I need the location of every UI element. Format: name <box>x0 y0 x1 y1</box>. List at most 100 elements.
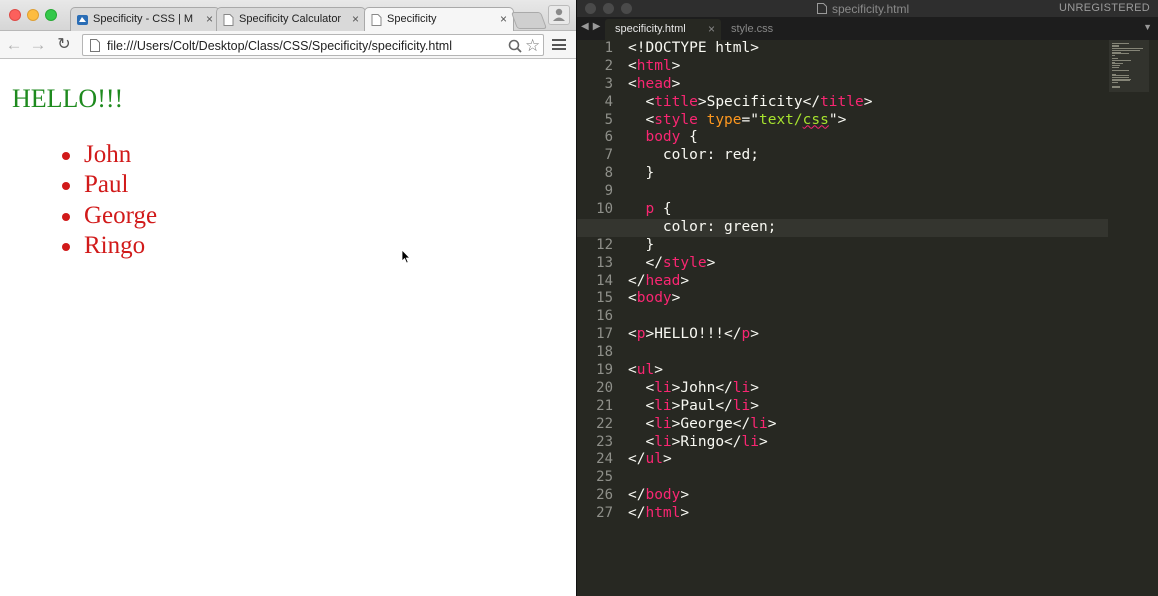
line-number: 14 <box>596 272 613 289</box>
code-token: p <box>645 201 655 218</box>
line-number: 22 <box>596 415 613 432</box>
code-line[interactable]: ​ <box>628 308 1108 326</box>
reload-icon[interactable]: ↻ <box>54 35 74 55</box>
editor-tab-style-css[interactable]: style.css <box>721 19 811 40</box>
browser-tab-specificity[interactable]: Specificity × <box>364 7 514 32</box>
tab-close-icon[interactable]: × <box>352 12 359 26</box>
code-token: "> <box>828 111 847 128</box>
code-line[interactable]: </body> <box>628 487 1108 505</box>
code-line[interactable]: <li>George</li> <box>628 416 1108 434</box>
code-token: } <box>628 165 655 182</box>
editor-tab-label: style.css <box>731 23 774 35</box>
code-token: > <box>654 362 663 379</box>
code-token: li <box>654 415 672 432</box>
line-number: 13 <box>596 254 613 271</box>
code-line[interactable]: <!DOCTYPE html> <box>628 40 1108 58</box>
forward-arrow-icon[interactable]: → <box>28 35 48 55</box>
line-number: 1 <box>604 40 613 56</box>
page-icon <box>371 14 382 26</box>
new-tab-button[interactable] <box>510 12 548 29</box>
code-line[interactable]: body { <box>628 129 1108 147</box>
window-close-button[interactable] <box>585 3 596 14</box>
line-number: 18 <box>596 344 613 361</box>
code-token: li <box>741 433 759 450</box>
code-token: < <box>628 93 655 110</box>
line-number-gutter: 1234567891011121314151617181920212223242… <box>577 40 621 596</box>
code-token: body <box>645 129 681 146</box>
code-line[interactable]: ​ <box>628 183 1108 201</box>
code-line[interactable]: </html> <box>628 505 1108 523</box>
code-token: style <box>662 254 707 271</box>
code-line[interactable]: <ul> <box>628 362 1108 380</box>
code-area[interactable]: <!DOCTYPE html> <html> <head> <title>Speci… <box>577 40 1108 596</box>
code-token: =" <box>741 111 759 128</box>
code-token: > <box>750 397 759 414</box>
code-line[interactable]: <li>Ringo</li> <box>628 434 1108 452</box>
editor-tab-label: specificity.html <box>615 23 686 35</box>
close-icon[interactable]: × <box>708 22 715 36</box>
code-line[interactable]: <style type="text/css"> <box>628 112 1108 130</box>
code-line[interactable]: } <box>628 237 1108 255</box>
code-line[interactable]: </ul> <box>628 451 1108 469</box>
code-line[interactable]: ​ <box>628 344 1108 362</box>
code-line[interactable]: <li>Paul</li> <box>628 398 1108 416</box>
code-token: < <box>628 57 637 74</box>
tab-label: Specificity <box>387 13 437 25</box>
minimap[interactable] <box>1109 40 1149 92</box>
code-line[interactable]: <html> <box>628 58 1108 76</box>
list-item: George <box>60 201 157 231</box>
bookmark-star-icon[interactable]: ☆ <box>525 36 540 56</box>
code-token: color: green; <box>628 218 777 235</box>
window-maximize-button[interactable] <box>621 3 632 14</box>
code-line[interactable]: color: green; <box>577 218 1108 237</box>
mouse-cursor-icon <box>401 249 411 264</box>
tab-close-icon[interactable]: × <box>206 12 213 26</box>
code-line[interactable]: <head> <box>628 76 1108 94</box>
code-line[interactable]: p { <box>628 201 1108 219</box>
minimap-line <box>1112 66 1119 68</box>
line-number: 15 <box>596 290 613 307</box>
line-number: 24 <box>596 451 613 468</box>
code-line[interactable]: <title>Specificity</title> <box>628 94 1108 112</box>
line-number: 2 <box>604 57 613 74</box>
menu-icon[interactable] <box>552 39 566 50</box>
url-text[interactable]: file:///Users/Colt/Desktop/Class/CSS/Spe… <box>107 39 452 53</box>
page-icon <box>223 14 234 26</box>
code-token: < <box>628 111 655 128</box>
line-number: 25 <box>596 469 613 486</box>
code-line[interactable]: color: red; <box>628 147 1108 165</box>
code-token: ul <box>636 362 655 379</box>
tab-nav-arrows-icon[interactable]: ◀▶ <box>581 21 604 32</box>
code-token: < <box>628 362 637 379</box>
code-line[interactable]: </head> <box>628 273 1108 291</box>
editor-tab-specificity-html[interactable]: specificity.html × <box>605 19 721 40</box>
window-minimize-button[interactable] <box>603 3 614 14</box>
code-line[interactable]: <body> <box>628 290 1108 308</box>
window-maximize-button[interactable] <box>45 9 57 21</box>
address-bar[interactable]: file:///Users/Colt/Desktop/Class/CSS/Spe… <box>82 34 544 56</box>
window-minimize-button[interactable] <box>27 9 39 21</box>
browser-tab-mdn[interactable]: Specificity - CSS | M × <box>70 7 220 31</box>
code-line[interactable]: </style> <box>628 255 1108 273</box>
code-token: head <box>636 75 672 92</box>
minimap-line <box>1112 70 1129 72</box>
back-arrow-icon[interactable]: ← <box>4 35 24 55</box>
code-line[interactable]: ​ <box>628 469 1108 487</box>
code-line[interactable]: <li>John</li> <box>628 380 1108 398</box>
profile-button[interactable] <box>548 5 570 25</box>
code-token: >John</ <box>671 379 733 396</box>
code-token: html <box>636 57 672 74</box>
zoom-icon[interactable] <box>507 38 523 54</box>
code-line[interactable]: <p>HELLO!!!</p> <box>628 326 1108 344</box>
code-token: } <box>628 236 655 253</box>
page-icon <box>90 39 100 52</box>
tab-close-icon[interactable]: × <box>500 12 507 26</box>
code-token: p <box>741 326 751 343</box>
code-line[interactable]: } <box>628 165 1108 183</box>
tab-overflow-dropdown-icon[interactable]: ▼ <box>1143 22 1152 32</box>
code-token: >Ringo</ <box>671 433 742 450</box>
browser-tab-calculator[interactable]: Specificity Calculator × <box>216 7 366 31</box>
code-token: < <box>628 433 655 450</box>
window-close-button[interactable] <box>9 9 21 21</box>
